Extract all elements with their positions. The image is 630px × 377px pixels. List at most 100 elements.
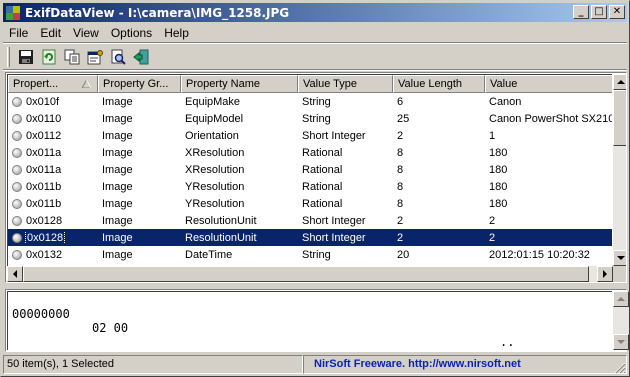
property-id-text: 0x0128	[24, 231, 66, 244]
title-bar[interactable]: ExifDataView - I:\camera\IMG_1258.JPG _ …	[3, 3, 627, 22]
column-header-property-name[interactable]: Property Name	[181, 75, 298, 93]
find-icon	[111, 49, 126, 65]
menu-options[interactable]: Options	[105, 26, 158, 40]
column-label: Property Gr...	[103, 78, 169, 90]
close-icon: ✕	[612, 6, 622, 17]
app-icon	[5, 5, 21, 21]
refresh-button[interactable]	[37, 46, 60, 68]
cell-property-name: Orientation	[185, 129, 239, 142]
table-row[interactable]: 0x0128 Image ResolutionUnit Short Integer 2 2	[8, 229, 612, 246]
cell-property-group: Image	[102, 214, 133, 227]
list-rows: 0x010f Image EquipMake String 6 Canon 0x0110 Im…	[8, 93, 612, 266]
menu-file[interactable]: File	[3, 26, 34, 40]
cell-property-group: Image	[102, 129, 133, 142]
menu-view[interactable]: View	[67, 26, 105, 40]
cell-value-type: String	[302, 112, 331, 125]
hex-vertical-scrollbar[interactable]	[613, 291, 629, 350]
cell-property-name: ResolutionUnit	[185, 214, 257, 227]
toolbar	[7, 45, 152, 69]
table-row[interactable]: 0x0110 Image EquipModel String 25 Canon Power…	[8, 110, 612, 127]
cell-value: 180	[489, 180, 508, 193]
scroll-corner	[613, 266, 626, 282]
cell-property-name: ResolutionUnit	[185, 231, 257, 244]
table-row[interactable]: 0x0132 Image DateTime String 20 2012:01:15 10…	[8, 246, 612, 263]
cell-value-length: 6	[397, 95, 404, 108]
arrow-up-icon	[617, 296, 625, 301]
menu-edit[interactable]: Edit	[34, 26, 67, 40]
cell-value-type: Rational	[302, 180, 343, 193]
scroll-left-button[interactable]	[7, 266, 23, 282]
property-id-text: 0x011b	[26, 197, 62, 210]
column-header-value-type[interactable]: Value Type	[298, 75, 393, 93]
properties-button[interactable]	[83, 46, 106, 68]
scroll-up-button[interactable]	[613, 74, 626, 90]
hex-offset: 00000000	[12, 307, 70, 321]
column-header-value[interactable]: Value	[485, 75, 612, 93]
column-label: Propert...	[13, 78, 59, 90]
cell-value: 2012:01:15 10:20:32	[489, 248, 590, 261]
table-row[interactable]: 0x010f Image EquipMake String 6 Canon	[8, 93, 612, 110]
nirsoft-link[interactable]: NirSoft Freeware. http://www.nirsoft.net	[303, 355, 627, 374]
maximize-button[interactable]: □	[591, 5, 607, 19]
scroll-down-button[interactable]	[613, 250, 626, 266]
exit-button[interactable]	[129, 46, 152, 68]
cell-value: 180	[489, 163, 508, 176]
table-row[interactable]: 0x011a Image XResolution Rational 8 180	[8, 161, 612, 178]
scroll-thumb[interactable]	[613, 90, 626, 146]
scroll-right-button[interactable]	[597, 266, 613, 282]
property-id-text: 0x010f	[26, 95, 60, 108]
menu-help[interactable]: Help	[158, 26, 195, 40]
cell-property-id: 0x0132	[8, 249, 98, 261]
table-row[interactable]: 0x0112 Image Orientation Short Integer 2 1	[8, 127, 612, 144]
row-bullet-icon	[12, 147, 22, 158]
find-button[interactable]	[106, 46, 129, 68]
cell-property-group: Image	[102, 231, 133, 244]
save-icon	[18, 50, 33, 64]
cell-value: 1	[489, 129, 496, 142]
cell-property-id: 0x0128	[8, 215, 98, 227]
hscroll-thumb[interactable]	[23, 266, 589, 282]
minimize-button[interactable]: _	[573, 5, 589, 19]
property-id-text: 0x0112	[26, 129, 62, 142]
table-row[interactable]: 0x011b Image YResolution Rational 8 180	[8, 178, 612, 195]
property-id-text: 0x011a	[26, 146, 62, 159]
cell-property-id: 0x011a	[8, 147, 98, 159]
list-vertical-scrollbar[interactable]	[613, 74, 626, 266]
window-title: ExifDataView - I:\camera\IMG_1258.JPG	[25, 5, 290, 20]
cell-property-group: Image	[102, 112, 133, 125]
refresh-icon	[42, 49, 55, 65]
status-item-count: 50 item(s), 1 Selected	[3, 355, 303, 374]
cell-value-type: Rational	[302, 146, 343, 159]
cell-value-length: 8	[397, 197, 404, 210]
pane-splitter[interactable]	[3, 284, 627, 288]
table-row[interactable]: 0x011b Image YResolution Rational 8 180	[8, 195, 612, 212]
arrow-right-icon	[602, 270, 607, 278]
resize-grip-icon[interactable]	[614, 362, 626, 374]
hex-scroll-up-button[interactable]	[613, 291, 629, 307]
cell-value: 2	[489, 231, 496, 244]
toolbar-grip[interactable]	[7, 47, 10, 67]
column-header-property-group[interactable]: Property Gr...	[98, 75, 181, 93]
column-header-value-length[interactable]: Value Length	[393, 75, 485, 93]
table-row[interactable]: 0x0128 Image ResolutionUnit Short Integer 2 2	[8, 212, 612, 229]
row-bullet-icon	[12, 232, 22, 243]
app-window: ExifDataView - I:\camera\IMG_1258.JPG _ …	[0, 0, 630, 377]
column-header-property-id[interactable]: Propert...	[8, 75, 98, 93]
list-horizontal-scrollbar[interactable]	[7, 266, 613, 282]
copy-button[interactable]	[60, 46, 83, 68]
row-bullet-icon	[12, 215, 22, 226]
arrow-down-icon	[617, 255, 625, 260]
close-button[interactable]: ✕	[609, 5, 625, 19]
row-bullet-icon	[12, 181, 22, 192]
property-id-text: 0x0128	[26, 214, 63, 227]
cell-value-type: Rational	[302, 163, 343, 176]
cell-value-length: 20	[397, 248, 410, 261]
cell-value: Canon PowerShot SX210	[489, 112, 612, 125]
toolbar-separator	[3, 69, 627, 71]
hex-scroll-down-button[interactable]	[613, 334, 629, 350]
table-row[interactable]: 0x011a Image XResolution Rational 8 180	[8, 144, 612, 161]
property-id-text: 0x011a	[26, 163, 62, 176]
row-bullet-icon	[12, 249, 22, 260]
hex-bytes: 02 00	[92, 321, 129, 335]
save-button[interactable]	[14, 46, 37, 68]
